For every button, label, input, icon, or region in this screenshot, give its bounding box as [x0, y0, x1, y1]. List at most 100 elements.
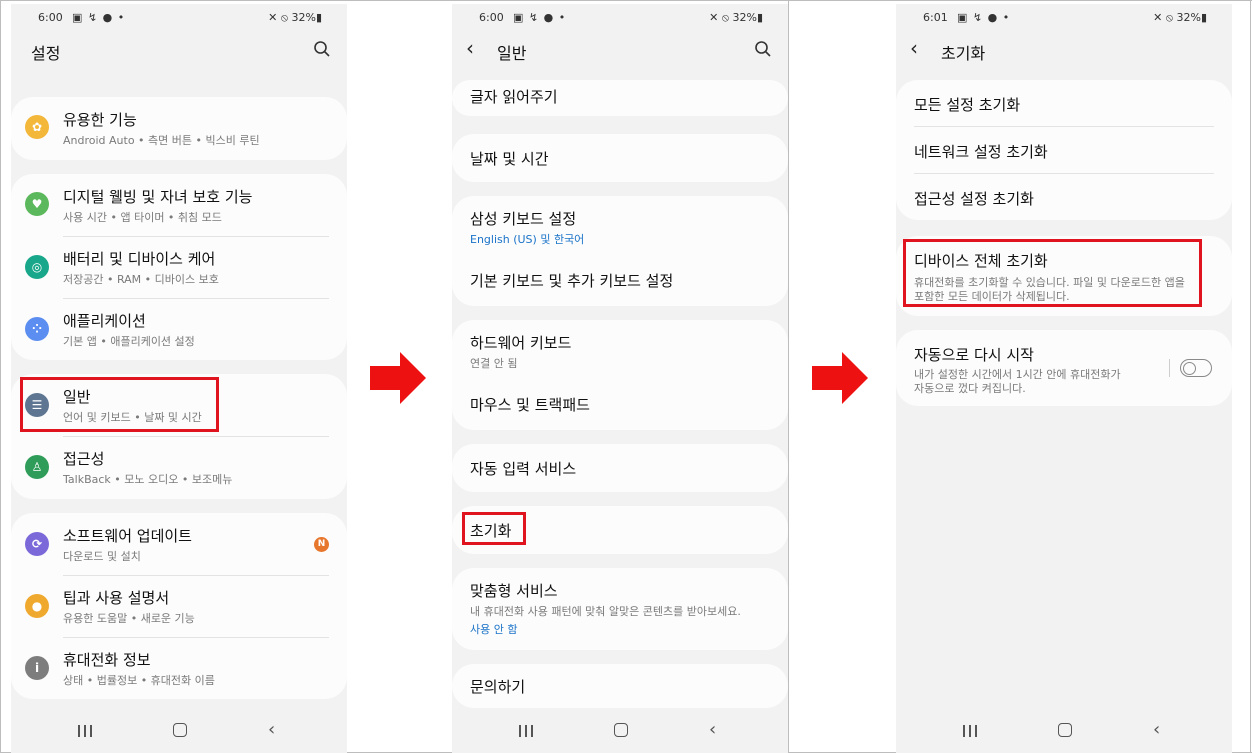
item-title: 글자 읽어주기 — [470, 88, 558, 106]
menu-item-customization-service[interactable]: 맞춤형 서비스 내 휴대전화 사용 패턴에 맞춰 알맞은 콘텐츠를 받아보세요.… — [452, 568, 788, 650]
back-arrow-icon[interactable]: ‹ — [466, 38, 486, 60]
item-title: 삼성 키보드 설정 — [470, 210, 577, 228]
tutorial-frame: 6:00 ▣ ↯ ● • ✕ ⦸ 32%▮ 설정 ✿ 유용한 기능 Androi… — [0, 0, 1252, 753]
accessibility-icon: ♙ — [25, 455, 49, 479]
item-title: 하드웨어 키보드 — [470, 334, 572, 352]
item-subtitle: Android Auto • 측면 버튼 • 빅스비 루틴 — [63, 134, 260, 147]
page-title: 일반 — [497, 44, 527, 63]
menu-item-auto-restart[interactable]: 자동으로 다시 시작 내가 설정한 시간에서 1시간 안에 휴대전화가 자동으로… — [896, 330, 1232, 406]
item-title: 문의하기 — [470, 678, 526, 696]
status-time: 6:00 — [479, 11, 504, 24]
frame-left-border — [0, 0, 1, 753]
menu-item-contact-us[interactable]: 문의하기 — [452, 664, 788, 708]
recents-icon[interactable] — [519, 725, 533, 737]
app-bar: ‹ 일반 — [452, 34, 788, 74]
device-care-icon: ◎ — [25, 255, 49, 279]
menu-item-default-keyboard[interactable]: 기본 키보드 및 추가 키보드 설정 — [452, 256, 788, 306]
notification-icons: ▣ ↯ ● • — [513, 11, 567, 24]
item-title: 날짜 및 시간 — [470, 150, 549, 168]
item-title: 디지털 웰빙 및 자녀 보호 기능 — [63, 188, 253, 206]
item-title: 휴대전화 정보 — [63, 651, 151, 669]
highlight-factory-reset — [903, 239, 1202, 307]
item-title: 기본 키보드 및 추가 키보드 설정 — [470, 272, 674, 290]
battery-indicator: ✕ ⦸ 32%▮ — [709, 11, 763, 24]
nav-bar: ‹ — [452, 711, 788, 753]
item-subtitle: 저장공간 • RAM • 디바이스 보호 — [63, 273, 219, 286]
item-subtitle: 내 휴대전화 사용 패턴에 맞춰 알맞은 콘텐츠를 받아보세요. — [470, 605, 741, 618]
apps-icon: ⁘ — [25, 317, 49, 341]
menu-item-reset-all-settings[interactable]: 모든 설정 초기화 — [896, 80, 1232, 127]
menu-item-tips[interactable]: ● 팁과 사용 설명서 유용한 도움말 • 새로운 기능 — [11, 575, 347, 637]
highlight-general — [20, 377, 219, 432]
item-subtitle: 기본 앱 • 애플리케이션 설정 — [63, 335, 195, 348]
item-title: 접근성 — [63, 450, 105, 468]
settings-group-2: ♥ 디지털 웰빙 및 자녀 보호 기능 사용 시간 • 앱 타이머 • 취침 모… — [11, 174, 347, 360]
item-title: 애플리케이션 — [63, 312, 146, 330]
frame-divider — [788, 0, 789, 753]
item-title: 맞춤형 서비스 — [470, 582, 558, 600]
item-subtitle: TalkBack • 모노 오디오 • 보조메뉴 — [63, 473, 233, 486]
menu-item-software-update[interactable]: ⟳ 소프트웨어 업데이트 다운로드 및 설치 N — [11, 513, 347, 575]
auto-restart-toggle[interactable] — [1180, 359, 1212, 377]
group-text-to-speech: 글자 읽어주기 — [452, 80, 788, 116]
group-reset-settings: 모든 설정 초기화 네트워크 설정 초기화 접근성 설정 초기화 — [896, 80, 1232, 220]
notification-icons: ▣ ↯ ● • — [72, 11, 126, 24]
item-title: 접근성 설정 초기화 — [914, 190, 1034, 208]
status-time: 6:01 — [923, 11, 948, 24]
home-icon[interactable] — [173, 723, 187, 737]
item-title: 마우스 및 트랙패드 — [470, 396, 590, 414]
menu-item-digital-wellbeing[interactable]: ♥ 디지털 웰빙 및 자녀 보호 기능 사용 시간 • 앱 타이머 • 취침 모… — [11, 174, 347, 236]
group-hardware: 하드웨어 키보드 연결 안 됨 마우스 및 트랙패드 — [452, 320, 788, 430]
recents-icon[interactable] — [963, 725, 977, 737]
item-title: 모든 설정 초기화 — [914, 96, 1021, 114]
update-icon: ⟳ — [25, 532, 49, 556]
menu-item-text-to-speech[interactable]: 글자 읽어주기 — [452, 80, 788, 116]
nav-bar: ‹ — [896, 711, 1232, 753]
page-title: 초기화 — [941, 44, 986, 63]
item-subtitle-line2: 자동으로 껐다 켜집니다. — [914, 382, 1026, 395]
home-icon[interactable] — [614, 723, 628, 737]
status-bar: 6:01 ▣ ↯ ● • ✕ ⦸ 32%▮ — [896, 9, 1232, 29]
menu-item-reset-network[interactable]: 네트워크 설정 초기화 — [896, 127, 1232, 174]
menu-item-reset-accessibility[interactable]: 접근성 설정 초기화 — [896, 174, 1232, 220]
menu-item-battery-care[interactable]: ◎ 배터리 및 디바이스 케어 저장공간 • RAM • 디바이스 보호 — [11, 236, 347, 298]
back-arrow-icon[interactable]: ‹ — [910, 38, 930, 60]
recents-icon[interactable] — [78, 725, 92, 737]
status-bar: 6:00 ▣ ↯ ● • ✕ ⦸ 32%▮ — [11, 9, 347, 29]
info-icon: i — [25, 656, 49, 680]
nav-bar: ‹ — [11, 711, 347, 753]
menu-item-useful-features[interactable]: ✿ 유용한 기능 Android Auto • 측면 버튼 • 빅스비 루틴 — [11, 97, 347, 160]
menu-item-autofill[interactable]: 자동 입력 서비스 — [452, 444, 788, 492]
toggle-separator — [1169, 359, 1170, 377]
item-title: 유용한 기능 — [63, 111, 137, 129]
item-subtitle: English (US) 및 한국어 — [470, 233, 585, 246]
page-title: 설정 — [31, 44, 61, 63]
arrow-right-icon — [370, 352, 426, 404]
home-icon[interactable] — [1058, 723, 1072, 737]
menu-item-hardware-keyboard[interactable]: 하드웨어 키보드 연결 안 됨 — [452, 320, 788, 378]
menu-item-applications[interactable]: ⁘ 애플리케이션 기본 앱 • 애플리케이션 설정 — [11, 298, 347, 360]
back-nav-icon[interactable]: ‹ — [709, 719, 716, 740]
group-auto-restart: 자동으로 다시 시작 내가 설정한 시간에서 1시간 안에 휴대전화가 자동으로… — [896, 330, 1232, 406]
back-nav-icon[interactable]: ‹ — [1153, 719, 1160, 740]
highlight-reset — [462, 512, 526, 545]
menu-item-date-time[interactable]: 날짜 및 시간 — [452, 134, 788, 182]
group-autofill: 자동 입력 서비스 — [452, 444, 788, 492]
menu-item-mouse-trackpad[interactable]: 마우스 및 트랙패드 — [452, 380, 788, 430]
menu-item-samsung-keyboard[interactable]: 삼성 키보드 설정 English (US) 및 한국어 — [452, 196, 788, 254]
search-icon[interactable] — [313, 40, 331, 58]
menu-item-accessibility[interactable]: ♙ 접근성 TalkBack • 모노 오디오 • 보조메뉴 — [11, 436, 347, 498]
status-time: 6:00 — [38, 11, 63, 24]
item-subtitle: 다운로드 및 설치 — [63, 550, 141, 563]
item-title: 자동으로 다시 시작 — [914, 346, 1034, 364]
general-screen: 6:00 ▣ ↯ ● • ✕ ⦸ 32%▮ ‹ 일반 글자 읽어주기 날짜 및 … — [452, 4, 788, 753]
battery-indicator: ✕ ⦸ 32%▮ — [1153, 11, 1207, 24]
menu-item-phone-info[interactable]: i 휴대전화 정보 상태 • 법률정보 • 휴대전화 이름 — [11, 637, 347, 699]
app-bar: ‹ 초기화 — [896, 34, 1232, 74]
reset-screen: 6:01 ▣ ↯ ● • ✕ ⦸ 32%▮ ‹ 초기화 모든 설정 초기화 네트… — [896, 4, 1232, 753]
search-icon[interactable] — [754, 40, 772, 58]
back-nav-icon[interactable]: ‹ — [268, 719, 275, 740]
item-status: 사용 안 함 — [470, 623, 518, 636]
item-subtitle: 연결 안 됨 — [470, 357, 518, 370]
frame-top-border — [0, 0, 1252, 1]
